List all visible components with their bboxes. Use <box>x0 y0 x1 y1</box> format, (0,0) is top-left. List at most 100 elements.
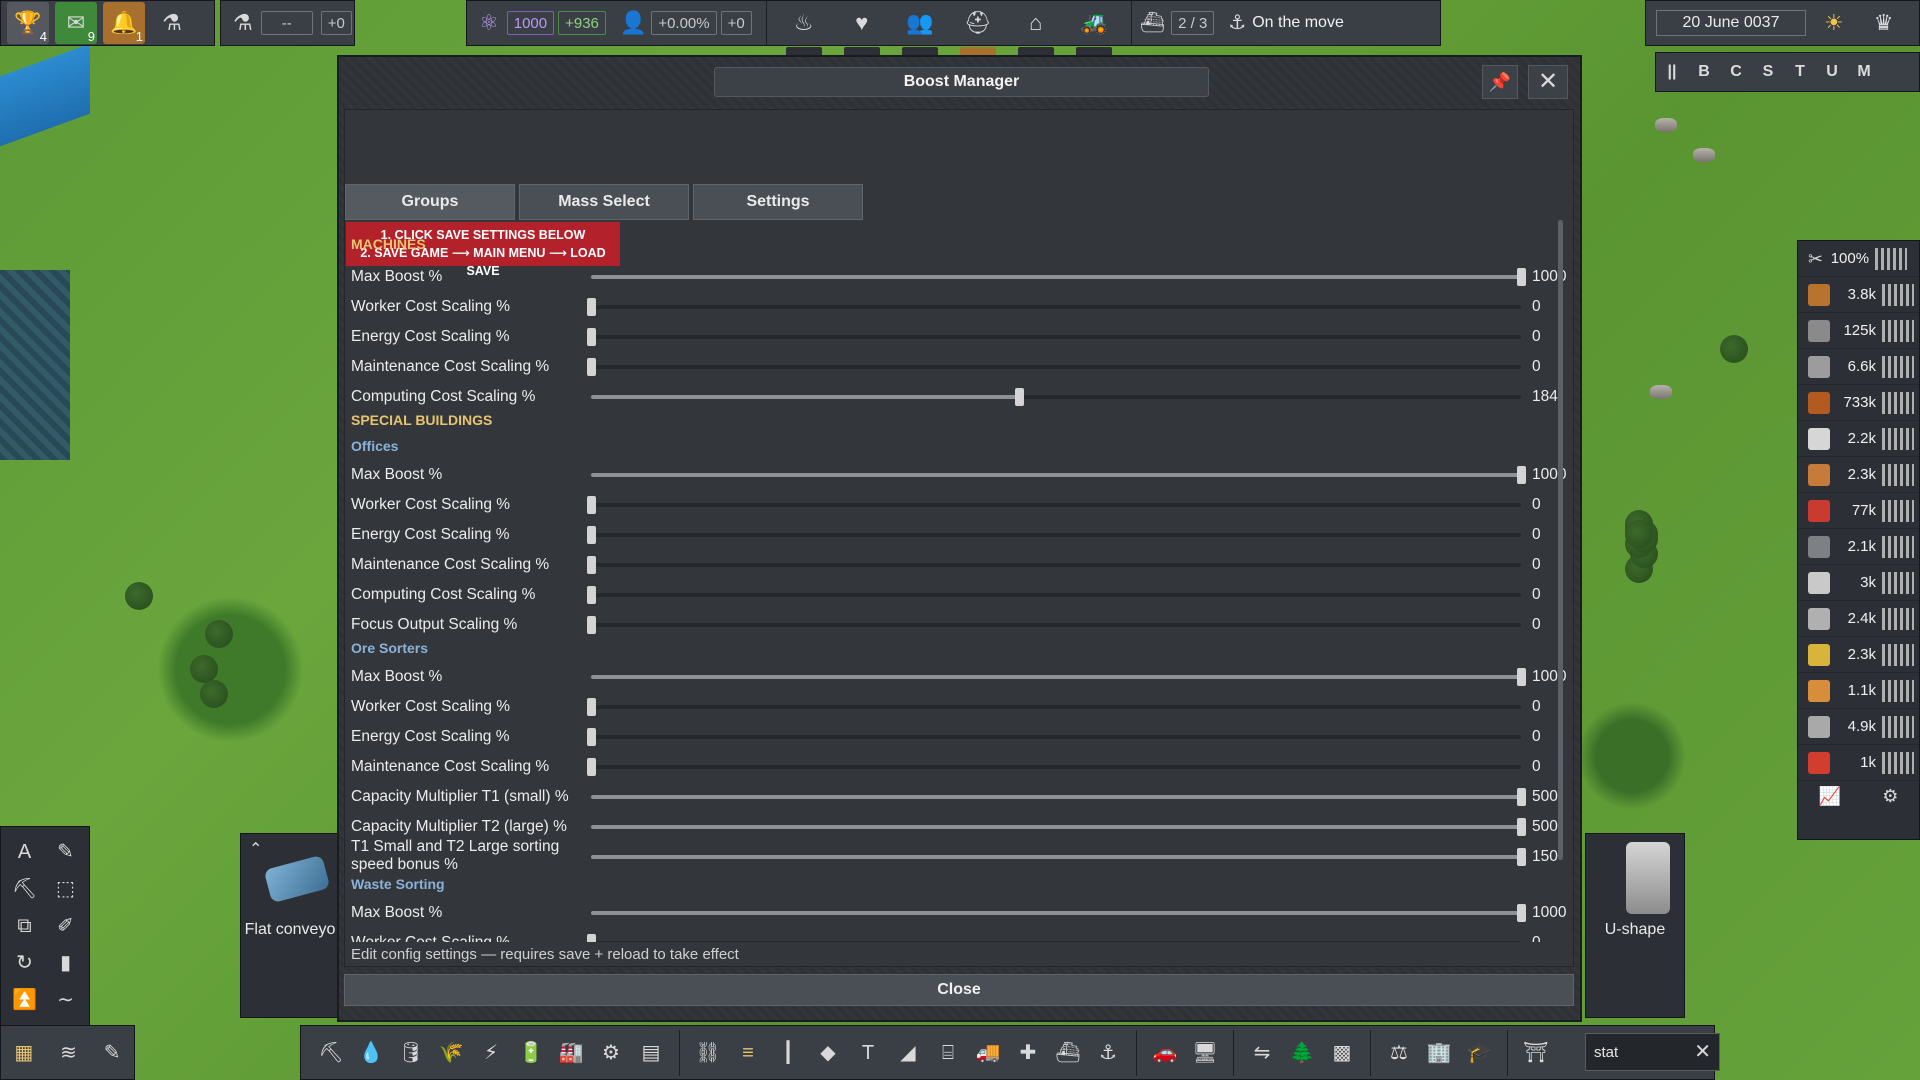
trees-icon[interactable]: 🌲 <box>1282 1043 1322 1063</box>
people-icon[interactable]: 👥 <box>900 3 940 57</box>
rotate-icon[interactable]: ↻ <box>9 949 40 976</box>
goals-button[interactable]: 🏆 4 <box>7 2 49 44</box>
setting-slider[interactable] <box>587 616 1521 634</box>
tab-settings[interactable]: Settings <box>693 184 863 220</box>
tower-icon[interactable]: T <box>848 1043 888 1063</box>
layers-icon[interactable]: ≋ <box>60 1043 77 1063</box>
setting-slider[interactable] <box>587 358 1521 376</box>
resource-row[interactable]: 733k <box>1798 385 1919 421</box>
resource-row[interactable]: 4.9k <box>1798 709 1919 745</box>
settings-icon[interactable]: ⚙ <box>1882 787 1898 805</box>
resource-row[interactable]: 6.6k <box>1798 349 1919 385</box>
pause-button[interactable]: || <box>1656 63 1688 81</box>
workers-icon[interactable]: ⛑ <box>958 3 998 57</box>
slider-handle[interactable] <box>1014 388 1024 406</box>
pipes-icon[interactable]: ┃ <box>768 1043 808 1063</box>
resource-row[interactable]: 2.2k <box>1798 421 1919 457</box>
slider-handle[interactable] <box>587 496 596 514</box>
slider-handle[interactable] <box>1517 818 1526 836</box>
slider-handle[interactable] <box>587 586 596 604</box>
speed-key-b[interactable]: B <box>1688 63 1720 81</box>
building-icon[interactable]: 🏢 <box>1419 1043 1459 1063</box>
pipette-icon[interactable]: ✐ <box>50 913 81 940</box>
storage-icon[interactable]: ▤ <box>631 1043 671 1063</box>
depot-icon[interactable]: ⌸ <box>928 1043 968 1063</box>
computer-icon[interactable]: 🖥 <box>1185 1043 1225 1063</box>
search-input[interactable]: stat <box>1594 1044 1618 1061</box>
ramp-icon[interactable]: ◢ <box>888 1043 928 1063</box>
ship-tool-icon[interactable]: ⛴ <box>1048 1043 1088 1063</box>
setting-slider[interactable] <box>591 668 1526 686</box>
smelter-icon[interactable]: 🏭 <box>551 1043 591 1063</box>
slider-handle[interactable] <box>587 358 596 376</box>
setting-slider[interactable] <box>587 328 1521 346</box>
pattern-icon[interactable]: ▩ <box>1322 1043 1362 1063</box>
setting-slider[interactable] <box>587 698 1521 716</box>
mining-icon[interactable]: ⛏ <box>311 1043 351 1063</box>
setting-slider[interactable] <box>591 904 1526 922</box>
slider-handle[interactable] <box>587 698 596 716</box>
resource-row[interactable]: 3k <box>1798 565 1919 601</box>
clear-search-icon[interactable]: ✕ <box>1694 1042 1711 1062</box>
dock-icon[interactable]: ⚓ <box>1088 1043 1128 1063</box>
setting-slider[interactable] <box>587 758 1521 776</box>
resource-row[interactable]: 1k <box>1798 745 1919 781</box>
tab-groups[interactable]: Groups <box>345 184 515 220</box>
resource-row[interactable]: 77k <box>1798 493 1919 529</box>
truck-icon[interactable]: 🚚 <box>968 1043 1008 1063</box>
battery-icon[interactable]: 🔋 <box>511 1043 551 1063</box>
close-button[interactable]: Close <box>344 974 1574 1006</box>
slider-handle[interactable] <box>1517 668 1526 686</box>
resource-row[interactable]: 125k <box>1798 313 1919 349</box>
vehicle-icon[interactable]: 🚗 <box>1145 1043 1185 1063</box>
chart-icon[interactable]: 📈 <box>1819 787 1841 805</box>
assembly-icon[interactable]: ⚙ <box>591 1043 631 1063</box>
resource-row[interactable]: 2.1k <box>1798 529 1919 565</box>
setting-slider[interactable] <box>591 466 1526 484</box>
balance-icon[interactable]: ⚖ <box>1379 1043 1419 1063</box>
close-dialog-button[interactable]: ✕ <box>1528 65 1568 99</box>
setting-slider[interactable] <box>591 818 1526 836</box>
resource-row[interactable]: 1.1k <box>1798 673 1919 709</box>
setting-slider[interactable] <box>591 268 1526 286</box>
crown-icon[interactable]: ♛ <box>1874 12 1894 34</box>
setting-slider[interactable] <box>591 848 1526 866</box>
speed-key-u[interactable]: U <box>1816 63 1848 81</box>
pin-button[interactable]: 📌 <box>1482 65 1518 99</box>
resource-row[interactable]: 2.3k <box>1798 457 1919 493</box>
slider-handle[interactable] <box>1517 788 1526 806</box>
setting-slider[interactable] <box>587 586 1521 604</box>
slider-handle[interactable] <box>587 556 596 574</box>
setting-slider[interactable] <box>591 788 1526 806</box>
slider-handle[interactable] <box>587 758 596 776</box>
slider-handle[interactable] <box>587 298 596 316</box>
logistics-icon[interactable]: ⛓ <box>688 1043 728 1063</box>
grid-icon[interactable]: ▦ <box>14 1043 33 1063</box>
slider-handle[interactable] <box>587 328 596 346</box>
scrollbar-thumb[interactable] <box>1558 220 1563 860</box>
scrollbar[interactable] <box>1558 220 1563 860</box>
edit-icon[interactable]: ✎ <box>104 1043 121 1063</box>
oil-icon[interactable]: 🛢 <box>391 1043 431 1063</box>
bars-icon[interactable]: ▮ <box>50 949 81 976</box>
speed-key-s[interactable]: S <box>1752 63 1784 81</box>
resource-row[interactable]: 3.8k <box>1798 277 1919 313</box>
conveyor-tool-icon[interactable]: ≡ <box>728 1043 768 1063</box>
alerts-button[interactable]: 🔔 1 <box>103 2 145 44</box>
setting-slider[interactable] <box>587 556 1521 574</box>
research-button[interactable]: ⚗ <box>151 2 193 44</box>
paint-icon[interactable]: ✎ <box>50 839 81 866</box>
health-icon[interactable]: ♥ <box>842 3 882 57</box>
slider-handle[interactable] <box>1517 268 1526 286</box>
upgrade-icon[interactable]: ⏫ <box>9 986 40 1013</box>
resource-row[interactable]: 2.4k <box>1798 601 1919 637</box>
speed-key-m[interactable]: M <box>1848 63 1880 81</box>
water-icon[interactable]: 💧 <box>351 1043 391 1063</box>
vehicles-icon[interactable]: 🚜 <box>1074 3 1114 57</box>
diamond-icon[interactable]: ◆ <box>808 1043 848 1063</box>
build-item-u-shape[interactable]: U-shape <box>1585 833 1685 1018</box>
slider-handle[interactable] <box>587 728 596 746</box>
flatten-icon[interactable]: ⇋ <box>1242 1043 1282 1063</box>
crossing-icon[interactable]: ✚ <box>1008 1043 1048 1063</box>
speed-key-t[interactable]: T <box>1784 63 1816 81</box>
